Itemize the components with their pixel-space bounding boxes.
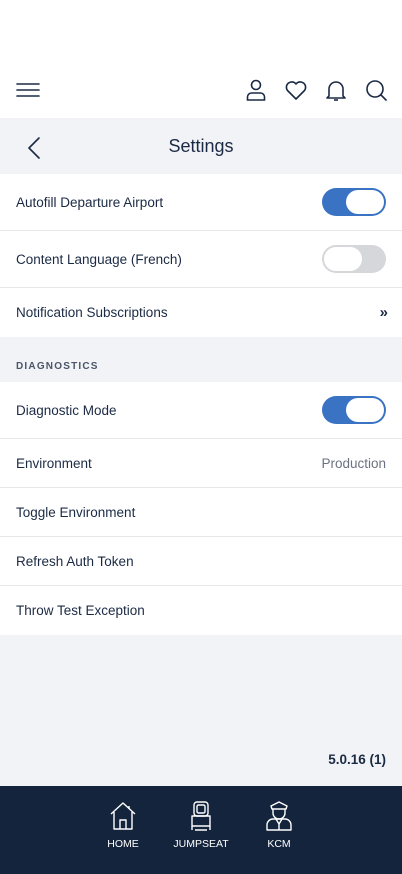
settings-header: Settings bbox=[0, 118, 402, 174]
bottom-tab-bar: HOME JUMPSEAT KCM bbox=[0, 786, 402, 874]
setting-notification-subscriptions[interactable]: Notification Subscriptions » bbox=[0, 288, 402, 337]
status-bar-area bbox=[0, 0, 402, 62]
setting-autofill-departure-airport: Autofill Departure Airport bbox=[0, 174, 402, 231]
setting-label: Diagnostic Mode bbox=[16, 402, 117, 418]
setting-label: Toggle Environment bbox=[16, 504, 136, 520]
top-bar bbox=[0, 62, 402, 118]
double-chevron-right-icon: » bbox=[379, 304, 388, 321]
setting-environment: Environment Production bbox=[0, 439, 402, 488]
throw-test-exception-button[interactable]: Throw Test Exception bbox=[0, 586, 402, 635]
setting-label: Refresh Auth Token bbox=[16, 553, 134, 569]
home-icon bbox=[110, 802, 136, 830]
tab-label: JUMPSEAT bbox=[173, 838, 229, 850]
pilot-icon bbox=[266, 801, 292, 831]
seat-icon bbox=[191, 801, 211, 831]
menu-icon[interactable] bbox=[16, 78, 40, 102]
tab-jumpseat[interactable]: JUMPSEAT bbox=[173, 800, 229, 874]
tab-home[interactable]: HOME bbox=[95, 800, 151, 874]
tab-label: HOME bbox=[107, 838, 139, 850]
setting-label: Notification Subscriptions bbox=[16, 305, 168, 320]
tab-label: KCM bbox=[267, 838, 291, 850]
setting-label: Throw Test Exception bbox=[16, 603, 145, 618]
setting-content-language: Content Language (French) bbox=[0, 231, 402, 288]
page-title: Settings bbox=[168, 135, 234, 156]
content-language-toggle[interactable] bbox=[322, 245, 386, 273]
profile-icon[interactable] bbox=[244, 78, 268, 102]
refresh-auth-token-button[interactable]: Refresh Auth Token bbox=[0, 537, 402, 586]
search-icon[interactable] bbox=[364, 78, 388, 102]
tab-kcm[interactable]: KCM bbox=[251, 800, 307, 874]
setting-diagnostic-mode: Diagnostic Mode bbox=[0, 382, 402, 439]
heart-icon[interactable] bbox=[284, 78, 308, 102]
toggle-knob bbox=[346, 190, 384, 214]
bell-icon[interactable] bbox=[324, 78, 348, 102]
app-version: 5.0.16 (1) bbox=[328, 752, 386, 767]
diagnostic-mode-toggle[interactable] bbox=[322, 396, 386, 424]
environment-value: Production bbox=[321, 455, 386, 471]
chevron-left-icon[interactable] bbox=[24, 136, 44, 160]
autofill-toggle[interactable] bbox=[322, 188, 386, 216]
setting-label: Environment bbox=[16, 455, 92, 471]
section-header-diagnostics: DIAGNOSTICS bbox=[16, 361, 99, 372]
toggle-knob bbox=[346, 398, 384, 422]
toggle-environment-button[interactable]: Toggle Environment bbox=[0, 488, 402, 537]
toggle-knob bbox=[324, 247, 362, 271]
setting-label: Autofill Departure Airport bbox=[16, 194, 164, 210]
setting-label: Content Language (French) bbox=[16, 251, 182, 267]
